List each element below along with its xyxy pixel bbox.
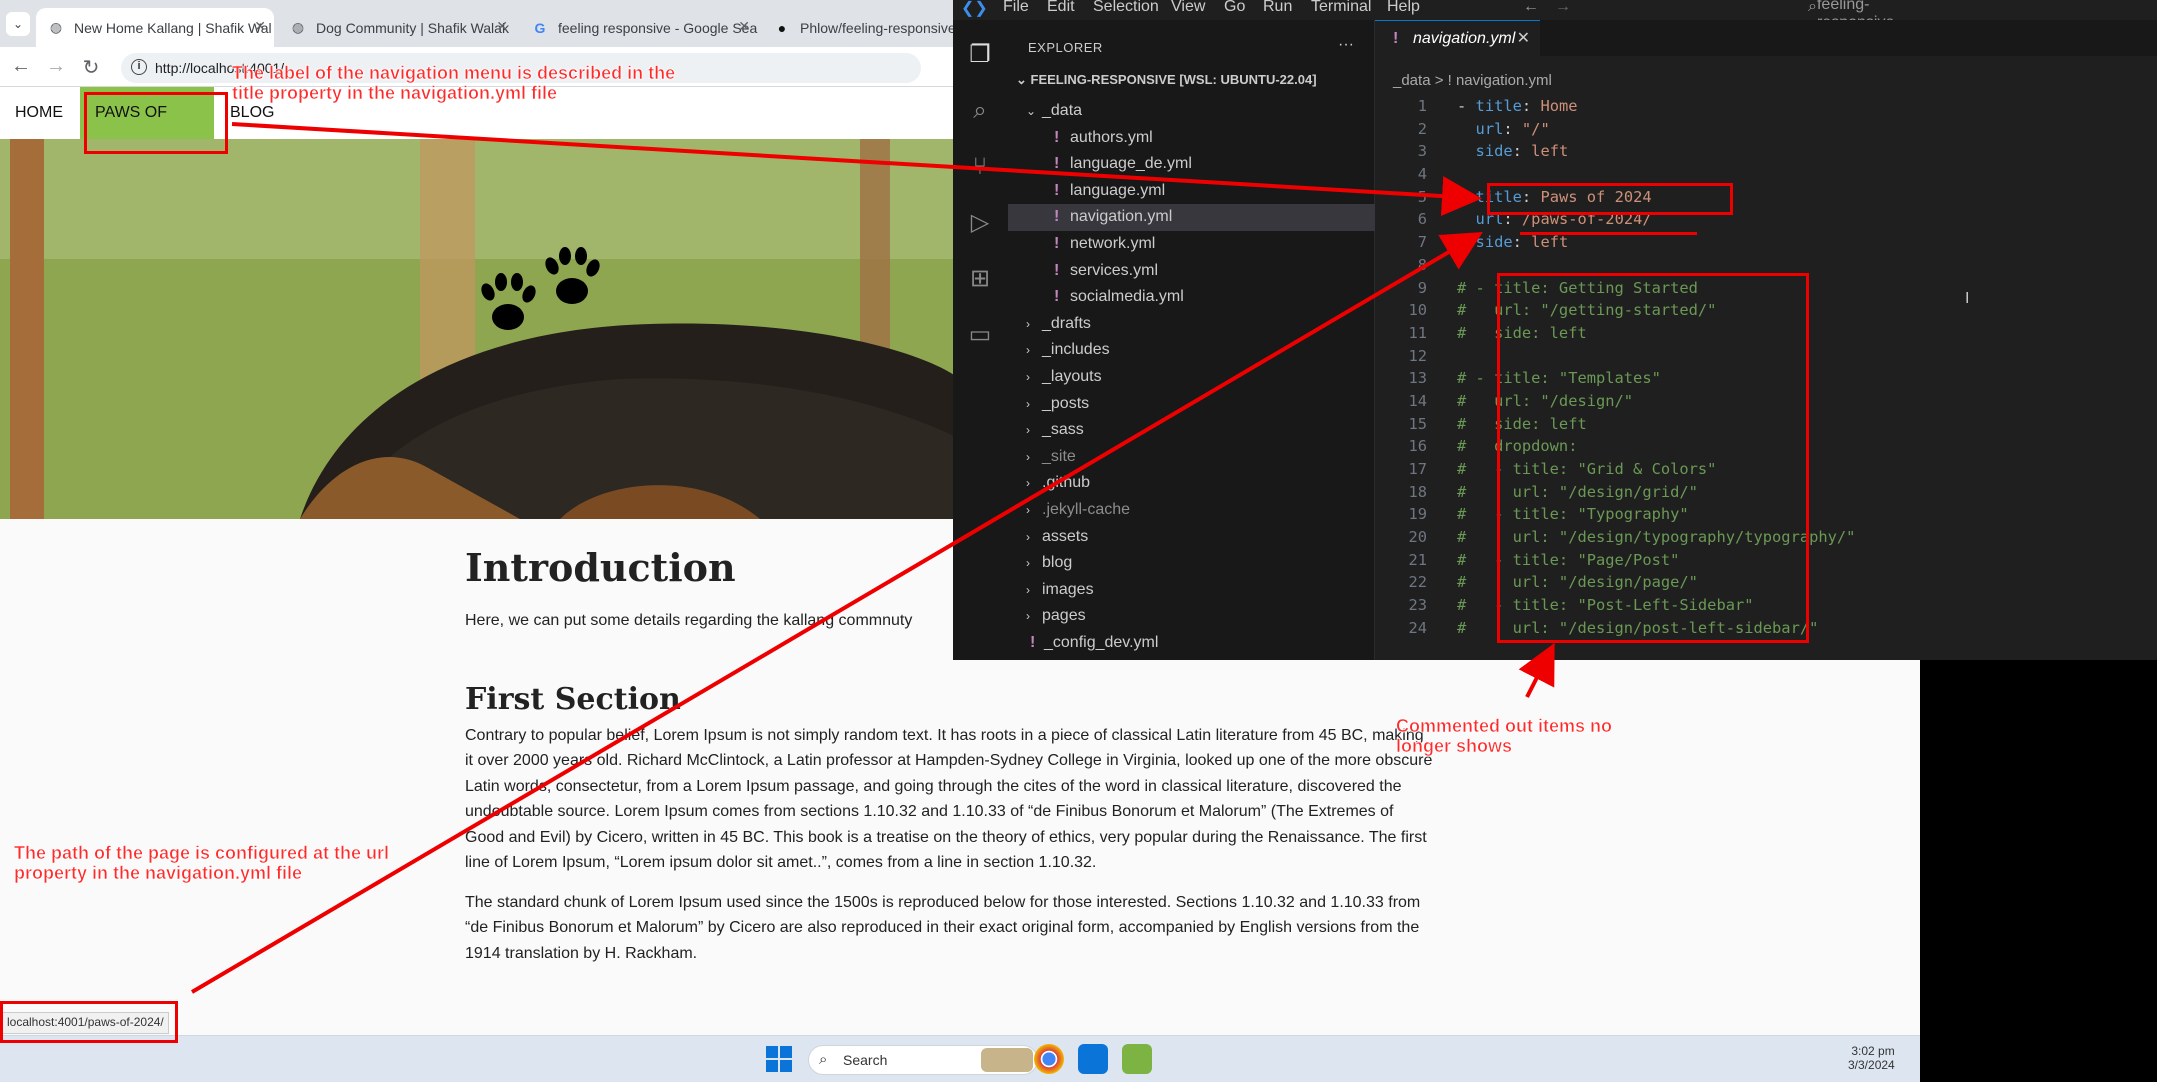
arrow-line xyxy=(1518,642,1555,698)
annotation-url-path: The path of the page is configured at th… xyxy=(14,843,390,884)
highlight-box-title xyxy=(1487,183,1733,215)
screenshot-root: ⌄ ◍ New Home Kallang | Shafik Wal ✕ ◍ Do… xyxy=(0,0,2157,1082)
highlight-box-nav xyxy=(84,92,228,154)
annotation-nav-label: The label of the navigation menu is desc… xyxy=(232,63,676,104)
highlight-box-status xyxy=(0,1001,178,1043)
arrow-line xyxy=(231,122,1482,217)
annotation-arrows xyxy=(190,122,1555,994)
annotation-commented: Commented out items no longer shows xyxy=(1396,716,1613,757)
highlight-underline-url xyxy=(1520,232,1697,235)
highlight-box-commented xyxy=(1497,273,1809,643)
